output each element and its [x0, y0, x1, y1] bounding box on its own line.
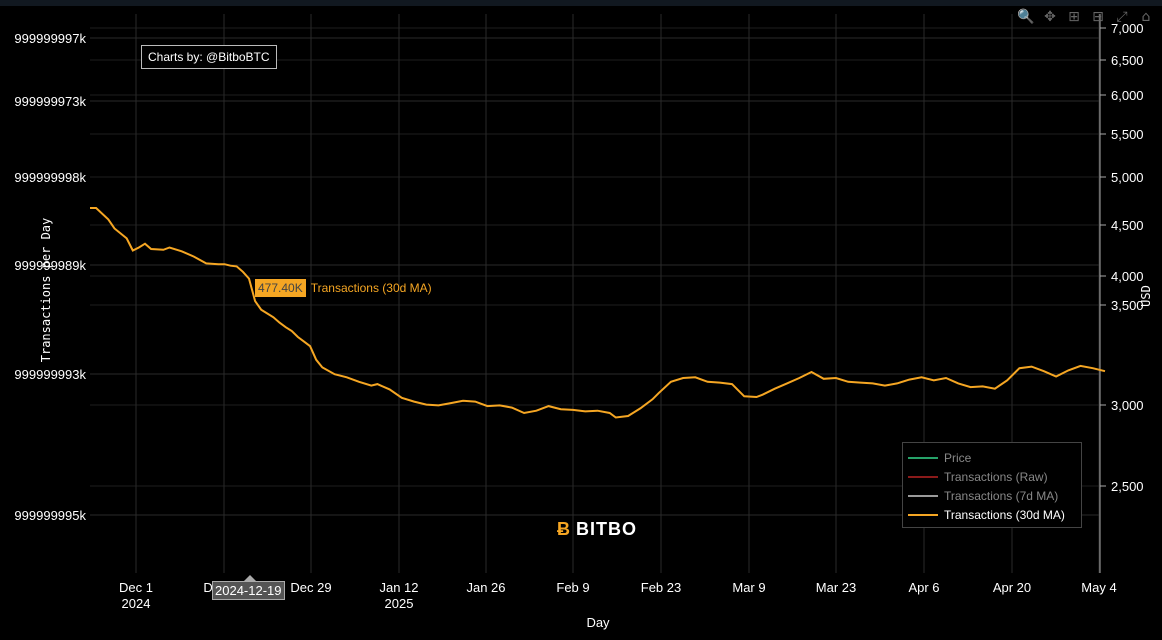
legend-item-price[interactable]: Price [908, 448, 1081, 467]
x-tick-label: 2024 [122, 596, 151, 611]
legend-label-7d: Transactions (7d MA) [944, 488, 1059, 503]
modebar: 🔍 ✥ ⊞ ⊟ ⤢ ⌂ [1016, 8, 1156, 26]
legend-label-raw: Transactions (Raw) [944, 469, 1048, 484]
legend-swatch-raw [908, 475, 938, 478]
x-tick-label: Mar 9 [732, 580, 765, 595]
legend: Price Transactions (Raw) Transactions (7… [902, 442, 1082, 528]
y-tick-right: 5,500 [1111, 127, 1144, 142]
bitbo-logo: Ƀ BITBO [557, 519, 637, 540]
x-tick-label: Apr 6 [908, 580, 939, 595]
x-tick-label: Dec 29 [290, 580, 331, 595]
legend-label-price: Price [944, 450, 972, 465]
legend-item-raw[interactable]: Transactions (Raw) [908, 467, 1081, 486]
y-tick-right: 6,500 [1111, 53, 1144, 68]
hover-value-tooltip: 477.40K Transactions (30d MA) [255, 279, 432, 297]
y-tick-left: 999999995k [14, 508, 86, 523]
x-tick-label: 2025 [385, 596, 414, 611]
y-tick-right: 3,000 [1111, 398, 1144, 413]
y2-axis-label: USD [1139, 285, 1153, 307]
home-icon[interactable]: ⌂ [1136, 8, 1156, 26]
hover-date-tooltip: 2024-12-19 [212, 581, 285, 600]
x-tick-label: Feb 23 [641, 580, 681, 595]
legend-swatch-30d [908, 513, 938, 516]
chart-credit: Charts by: @BitboBTC [141, 45, 277, 69]
x-axis-label: Day [586, 615, 610, 630]
chart-svg[interactable]: 999999997k999999973k999999998k999999989k… [0, 0, 1162, 640]
x-tick-label: Apr 20 [993, 580, 1031, 595]
autoscale-icon[interactable]: ⤢ [1112, 8, 1132, 26]
bitbo-logo-icon: Ƀ [557, 519, 570, 539]
y-tick-right: 4,000 [1111, 269, 1144, 284]
pan-icon[interactable]: ✥ [1040, 8, 1060, 26]
y-axis-label: Transactions per Day [39, 218, 53, 363]
y-tick-right: 5,000 [1111, 170, 1144, 185]
y-tick-right: 6,000 [1111, 88, 1144, 103]
legend-swatch-price [908, 456, 938, 459]
hover-series-name: Transactions (30d MA) [310, 281, 432, 295]
x-tick-label: Mar 23 [816, 580, 856, 595]
hover-value: 477.40K [255, 279, 306, 297]
x-tick-label: May 4 [1081, 580, 1116, 595]
y-tick-right: 4,500 [1111, 218, 1144, 233]
y-tick-left: 999999998k [14, 170, 86, 185]
zoom-in-icon[interactable]: ⊞ [1064, 8, 1084, 26]
x-tick-label: Dec 1 [119, 580, 153, 595]
legend-item-30d[interactable]: Transactions (30d MA) [908, 505, 1081, 524]
legend-swatch-7d [908, 494, 938, 497]
legend-label-30d: Transactions (30d MA) [944, 507, 1065, 522]
legend-item-7d[interactable]: Transactions (7d MA) [908, 486, 1081, 505]
y-tick-right: 2,500 [1111, 479, 1144, 494]
bitbo-logo-text: BITBO [576, 519, 637, 539]
zoom-icon[interactable]: 🔍 [1016, 8, 1036, 26]
y-axis-right-ticks: 7,0006,5006,0005,5005,0004,5004,0003,500… [1100, 21, 1144, 494]
x-tick-label: Jan 26 [466, 580, 505, 595]
x-tick-label: Jan 12 [379, 580, 418, 595]
y-tick-left: 999999973k [14, 94, 86, 109]
y-tick-left: 999999993k [14, 367, 86, 382]
x-tick-label: Feb 9 [556, 580, 589, 595]
series-line-transactions-30d-ma[interactable] [90, 207, 1106, 419]
zoom-out-icon[interactable]: ⊟ [1088, 8, 1108, 26]
y-tick-left: 999999997k [14, 31, 86, 46]
